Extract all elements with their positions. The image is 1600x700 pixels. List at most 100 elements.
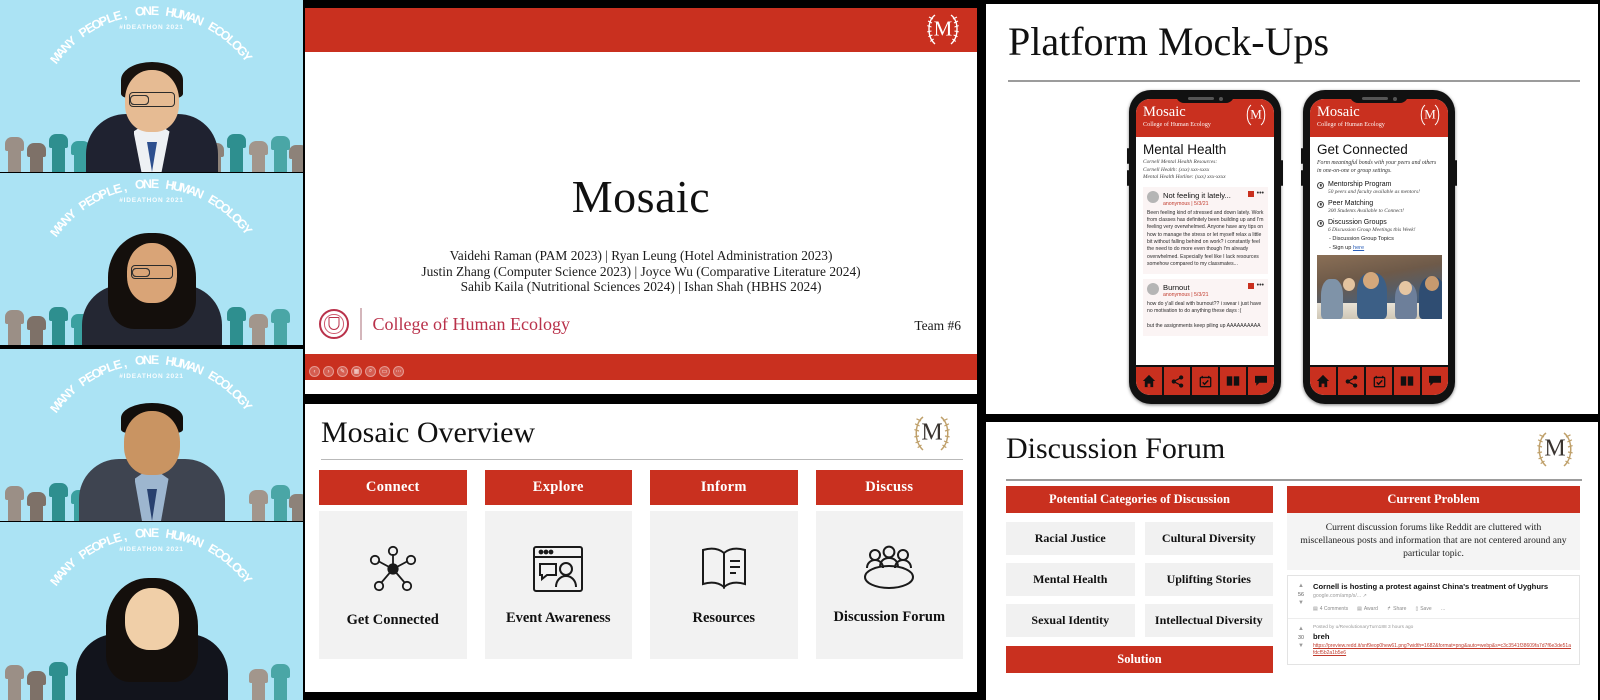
slide-platform-mockups[interactable]: Platform Mock-Ups Mosaic College of Huma… [986,4,1598,414]
category-explore[interactable]: Explore [484,470,632,505]
downvote-icon[interactable]: ▼ [1295,642,1307,651]
more-action[interactable]: … [1441,606,1446,612]
forum-post[interactable]: Burnout anonymous | 5/3/21 ••• how do y'… [1143,278,1268,336]
award-action[interactable]: ▤ Award [1357,606,1378,612]
signup-here-link[interactable]: here [1353,245,1364,251]
forum-post[interactable]: Not feeling it lately... anonymous | 5/3… [1143,187,1268,274]
home-icon[interactable] [1136,367,1164,395]
reddit-post[interactable]: ▲ 30 ▼ Posted by u/RevolutionaryTurn188 … [1288,619,1579,664]
zoom-icon[interactable]: ⌕ [365,366,376,377]
book-icon[interactable] [1220,367,1248,395]
feature-item[interactable]: Peer Matching 300 Students Available to … [1317,200,1442,214]
power-button[interactable] [1455,160,1457,186]
participant-tile-3[interactable]: MANY PEOPLE, ONE HUMAN ECOLOGY #IDEATHON… [0,349,303,521]
volume-up-button[interactable] [1127,148,1129,164]
post-action-bar[interactable]: ▤ 4 Comments ▤ Award ↱ Share ▯ Save … [1313,606,1572,612]
authors-block: Vaidehi Raman (PAM 2023) | Ryan Leung (H… [305,248,977,295]
upvote-icon[interactable]: ▲ [1295,625,1307,634]
category-chip[interactable]: Racial Justice [1006,522,1135,555]
logo-letter: M [1544,435,1566,462]
phone-mockup-mental-health[interactable]: Mosaic College of Human Ecology M Mental… [1127,90,1283,404]
post-actions[interactable]: ••• [1247,282,1264,289]
vote-column[interactable]: ▲ 30 ▼ [1295,625,1307,658]
mosaic-laurel-logo-icon: M [1416,102,1444,128]
vote-count: 56 [1298,591,1304,598]
phone-mockup-get-connected[interactable]: Mosaic College of Human Ecology M Get Co… [1301,90,1457,404]
sub-link-topics[interactable]: - Discussion Group Topics [1329,236,1442,242]
post-title[interactable]: Cornell is hosting a protest against Chi… [1313,582,1572,591]
category-discuss[interactable]: Discuss [815,470,963,505]
volume-down-button[interactable] [1301,170,1303,186]
post-title[interactable]: breh [1313,632,1572,641]
all-slides-icon[interactable]: ▦ [351,366,362,377]
category-chip[interactable]: Uplifting Stories [1144,563,1273,596]
header-divider [1006,479,1582,481]
category-chip[interactable]: Intellectual Diversity [1144,604,1273,637]
category-chip[interactable]: Sexual Identity [1006,604,1135,637]
more-options-icon[interactable]: ••• [1257,282,1264,289]
bullet-icon [1317,181,1324,189]
feature-item[interactable]: Mentorship Program 50 peers and faculty … [1317,181,1442,195]
upvote-icon[interactable]: ▲ [1295,582,1307,591]
calendar-check-icon[interactable] [1366,367,1394,395]
vote-column[interactable]: ▲ 56 ▼ [1295,582,1307,612]
presenter-toolbar[interactable]: ‹ › ✎ ▦ ⌕ ▭ ⋯ [309,366,404,377]
volume-up-button[interactable] [1301,148,1303,164]
chat-icon[interactable] [1422,367,1448,395]
category-connect[interactable]: Connect [319,470,467,505]
book-icon[interactable] [1394,367,1422,395]
save-action[interactable]: ▯ Save [1415,606,1431,612]
more-options-icon[interactable]: ⋯ [393,366,404,377]
pen-icon[interactable]: ✎ [337,366,348,377]
post-actions[interactable]: ••• [1247,190,1264,198]
share-icon[interactable] [1164,367,1192,395]
downvote-icon[interactable]: ▼ [1295,599,1307,608]
participant-tile-2[interactable]: MANY PEOPLE, ONE HUMAN ECOLOGY #IDEATHON… [0,173,303,345]
open-book-icon [695,543,753,600]
feature-item[interactable]: Discussion Groups 6 Discussion Group Mee… [1317,219,1442,233]
prev-slide-icon[interactable]: ‹ [309,366,320,377]
card-event-awareness[interactable]: Event Awareness [484,511,632,659]
participant-tile-4[interactable]: MANY PEOPLE, ONE HUMAN ECOLOGY #IDEATHON… [0,522,303,700]
slide-mosaic-overview[interactable]: Mosaic Overview M Connect Explore Inform… [305,404,977,692]
report-flag-icon[interactable] [1247,191,1254,198]
next-slide-icon[interactable]: › [323,366,334,377]
card-discussion-forum[interactable]: Discussion Forum [815,511,963,659]
volume-down-button[interactable] [1127,170,1129,186]
bottom-navigation-bar[interactable] [1310,365,1448,395]
blank-screen-icon[interactable]: ▭ [379,366,390,377]
problem-column: Current Problem Current discussion forum… [1287,486,1580,673]
overview-card-row: Get Connected Event Awareness Resources … [305,505,977,659]
card-get-connected[interactable]: Get Connected [319,511,467,659]
category-chip[interactable]: Mental Health [1006,563,1135,596]
app-header: Mosaic College of Human Ecology M [1310,99,1448,137]
category-inform[interactable]: Inform [650,470,798,505]
bullet-icon [1317,219,1324,227]
card-resources[interactable]: Resources [650,511,798,659]
power-button[interactable] [1281,160,1283,186]
post-url[interactable]: https://preview.redd.it/snf9eop0hew61.pn… [1313,643,1572,658]
report-flag-icon[interactable] [1247,282,1254,289]
slide-discussion-forum[interactable]: Discussion Forum M Potential Categories … [986,422,1598,700]
post-main: Cornell is hosting a protest against Chi… [1313,582,1572,612]
chat-icon[interactable] [1248,367,1274,395]
award-label: Award [1363,605,1378,612]
feature-name: Mentorship Program [1328,180,1392,188]
share-icon[interactable] [1338,367,1366,395]
share-action[interactable]: ↱ Share [1387,606,1407,612]
home-icon[interactable] [1310,367,1338,395]
reddit-screenshot: ▲ 56 ▼ Cornell is hosting a protest agai… [1287,574,1580,665]
participant-tile-1[interactable]: MANY PEOPLE, ONE HUMAN ECOLOGY #IDEATHON… [0,0,303,172]
comments-action[interactable]: ▤ 4 Comments [1313,606,1348,612]
post-source-link[interactable]: google.com/amp/s/... ↗ [1313,593,1572,599]
card-label: Resources [692,610,756,627]
page-title: Mosaic Overview [321,416,536,449]
calendar-check-icon[interactable] [1192,367,1220,395]
category-chip[interactable]: Cultural Diversity [1144,522,1273,555]
bottom-navigation-bar[interactable] [1136,365,1274,395]
more-options-icon[interactable]: ••• [1257,190,1264,197]
reddit-post[interactable]: ▲ 56 ▼ Cornell is hosting a protest agai… [1288,576,1579,619]
students-collaborating-photo [1317,254,1442,319]
slide-title-mosaic[interactable]: M Mosaic Vaidehi Raman (PAM 2023) | Ryan… [305,8,977,394]
sub-link-signup[interactable]: - Sign up here [1329,245,1442,251]
